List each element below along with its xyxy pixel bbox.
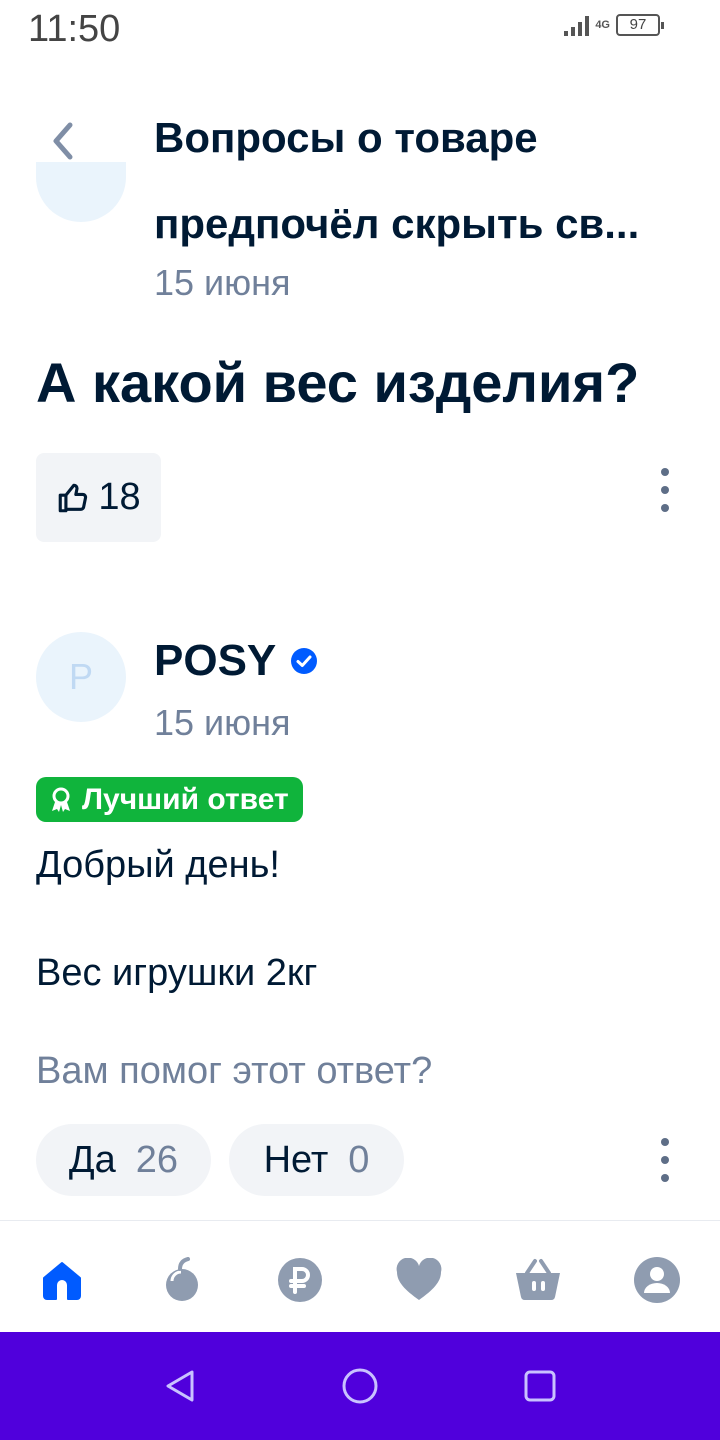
basket-icon bbox=[516, 1259, 560, 1301]
helpful-prompt: Вам помог этот ответ? bbox=[36, 1050, 433, 1092]
system-navigation-bar bbox=[0, 1332, 720, 1440]
nav-home[interactable] bbox=[37, 1255, 87, 1305]
nav-cart[interactable] bbox=[513, 1255, 563, 1305]
answer-author-avatar: P bbox=[36, 632, 126, 722]
question-more-button[interactable] bbox=[653, 466, 677, 514]
question-author-name: предпочёл скрыть св... bbox=[154, 200, 640, 247]
answer-date: 15 июня bbox=[154, 702, 291, 743]
system-back-button[interactable] bbox=[160, 1366, 200, 1406]
like-count: 18 bbox=[98, 476, 141, 518]
back-triangle-icon bbox=[166, 1370, 194, 1402]
nav-finance[interactable] bbox=[275, 1255, 325, 1305]
bottom-navigation bbox=[0, 1220, 720, 1332]
status-bar: 11:50 4G 97 bbox=[0, 0, 720, 60]
signal-icon bbox=[564, 14, 590, 36]
heart-icon bbox=[396, 1258, 442, 1300]
question-text: А какой вес изделия? bbox=[36, 351, 640, 414]
vote-yes-label: Да bbox=[68, 1138, 116, 1181]
vote-no-count: 0 bbox=[348, 1138, 370, 1181]
answer-line: Добрый день! bbox=[36, 844, 280, 886]
answer-more-button[interactable] bbox=[653, 1136, 677, 1184]
best-answer-label: Лучший ответ bbox=[82, 782, 289, 816]
question-author-avatar bbox=[36, 162, 126, 222]
status-icons: 4G 97 bbox=[564, 14, 664, 36]
answer-author-name: POSY bbox=[154, 636, 277, 685]
chevron-left-icon bbox=[53, 122, 73, 160]
answer-author: POSY bbox=[154, 636, 318, 686]
battery-icon: 97 bbox=[616, 14, 664, 36]
page-title: Вопросы о товаре bbox=[154, 114, 538, 161]
profile-icon bbox=[634, 1257, 680, 1303]
answer-line: Вес игрушки 2кг bbox=[36, 952, 318, 994]
question-date: 15 июня bbox=[154, 262, 291, 303]
nav-favorites[interactable] bbox=[394, 1255, 444, 1305]
award-icon bbox=[52, 787, 70, 812]
system-recents-button[interactable] bbox=[520, 1366, 560, 1406]
ruble-icon bbox=[278, 1258, 322, 1302]
system-home-button[interactable] bbox=[340, 1366, 380, 1406]
recents-square-icon bbox=[524, 1370, 556, 1402]
network-type: 4G bbox=[595, 19, 610, 31]
home-icon bbox=[43, 1262, 81, 1300]
best-answer-badge: Лучший ответ bbox=[36, 777, 303, 822]
fresh-apple-icon bbox=[166, 1257, 198, 1301]
thumbs-up-icon bbox=[59, 483, 88, 512]
vote-no-button[interactable]: Нет 0 bbox=[229, 1124, 404, 1196]
home-circle-icon bbox=[342, 1368, 378, 1404]
like-button[interactable]: 18 bbox=[36, 453, 161, 542]
verified-icon bbox=[291, 648, 318, 674]
vote-yes-button[interactable]: Да 26 bbox=[36, 1124, 211, 1196]
nav-profile[interactable] bbox=[632, 1255, 682, 1305]
back-button[interactable] bbox=[38, 116, 88, 166]
nav-fresh[interactable] bbox=[156, 1255, 206, 1305]
status-time: 11:50 bbox=[28, 8, 121, 50]
vote-yes-count: 26 bbox=[135, 1138, 179, 1181]
vote-no-label: Нет bbox=[263, 1138, 329, 1181]
